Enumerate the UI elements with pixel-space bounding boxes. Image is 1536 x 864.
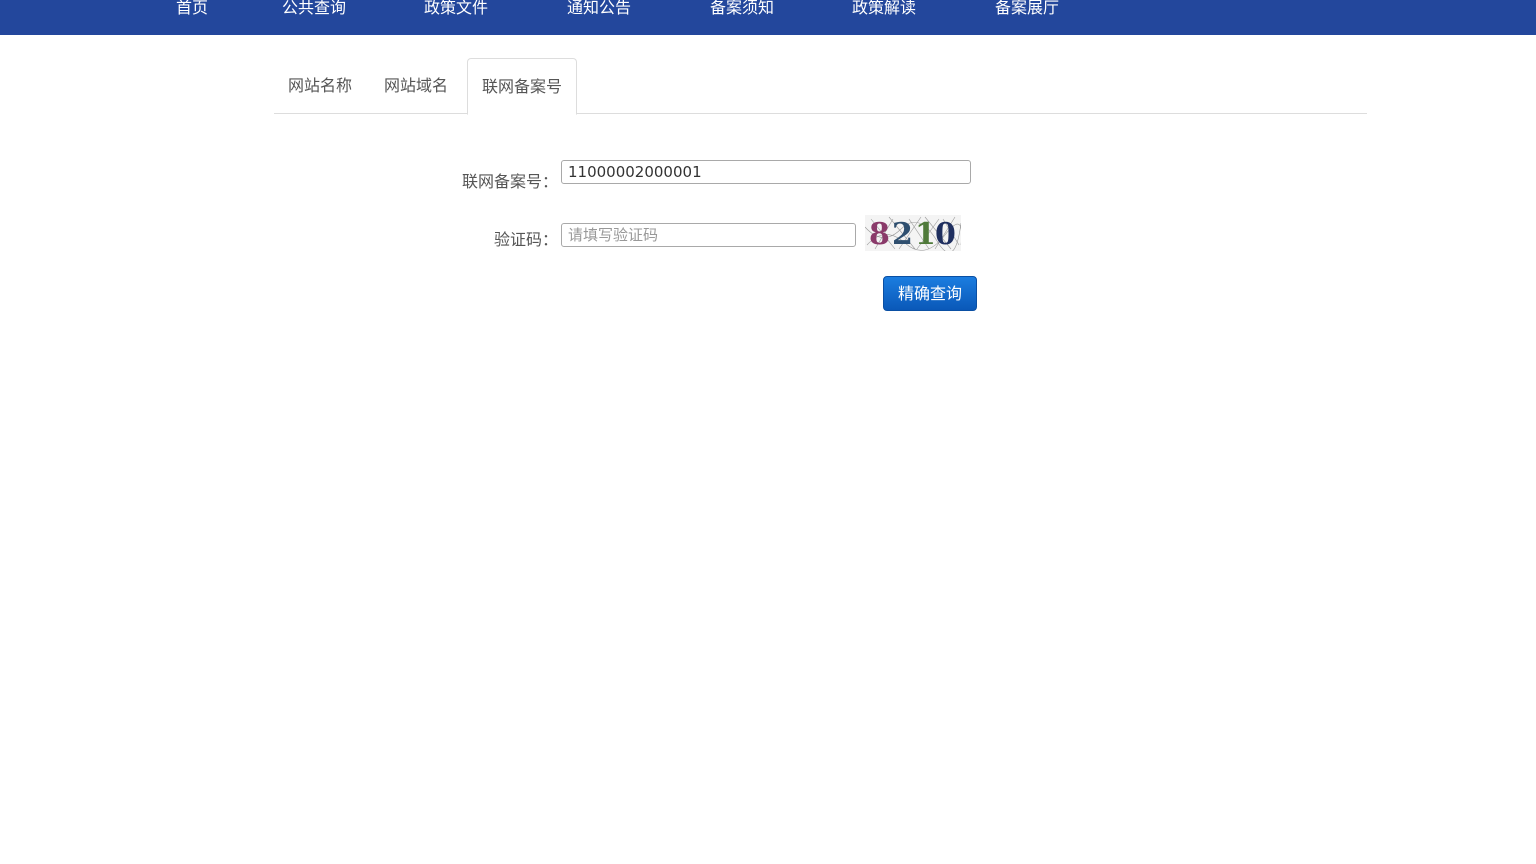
nav-item-policy-interpretation[interactable]: 政策解读	[852, 0, 916, 24]
captcha-input[interactable]	[561, 223, 856, 247]
nav-item-policy-documents[interactable]: 政策文件	[424, 0, 488, 24]
nav-item-home[interactable]: 首页	[176, 0, 208, 24]
top-nav-bar: 首页 公共查询 政策文件 通知公告 备案须知 政策解读 备案展厅	[0, 0, 1536, 35]
record-number-input[interactable]	[561, 160, 971, 184]
exact-query-button[interactable]: 精确查询	[883, 276, 977, 311]
captcha-image[interactable]: 8 2 1 0 8210	[865, 215, 961, 251]
nav-item-filing-hall[interactable]: 备案展厅	[995, 0, 1059, 24]
captcha-char-3: 1	[915, 217, 936, 251]
captcha-char-2: 2	[892, 217, 913, 251]
captcha-char-4: 0	[935, 217, 956, 251]
nav-item-notices[interactable]: 通知公告	[567, 0, 631, 24]
nav-item-public-query[interactable]: 公共查询	[282, 0, 346, 24]
record-number-label: 联网备案号：	[461, 172, 558, 191]
nav-item-filing-guide[interactable]: 备案须知	[710, 0, 774, 24]
search-tabs: 网站名称 网站域名 联网备案号	[274, 58, 1367, 115]
captcha-label: 验证码：	[493, 230, 558, 249]
tab-website-name[interactable]: 网站名称	[274, 58, 366, 114]
tab-record-number[interactable]: 联网备案号	[467, 58, 578, 115]
tab-website-domain[interactable]: 网站域名	[370, 58, 462, 114]
captcha-char-1: 8	[869, 217, 890, 251]
